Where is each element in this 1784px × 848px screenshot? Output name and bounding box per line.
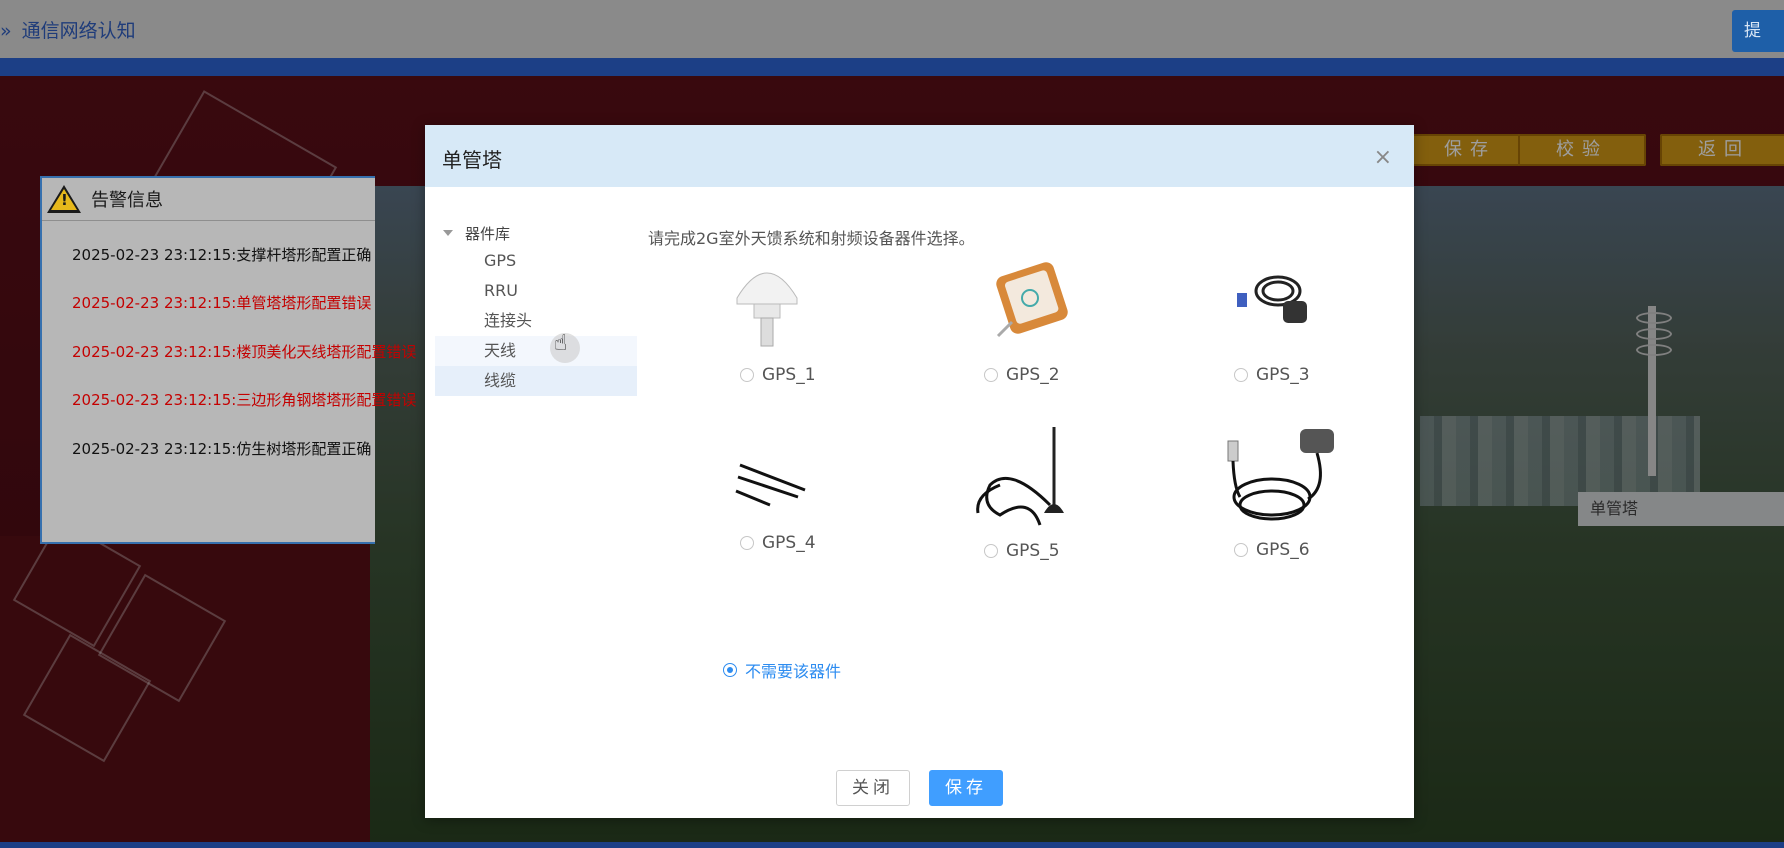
- save-button[interactable]: 保存: [929, 770, 1004, 806]
- alarm-row: 2025-02-23 23:12:15:楼顶美化天线塔形配置错误: [72, 343, 417, 361]
- option-gps-6-label[interactable]: GPS_6: [1234, 539, 1310, 560]
- option-gps-2-label[interactable]: GPS_2: [984, 364, 1060, 385]
- radio-gps-5[interactable]: [984, 543, 998, 558]
- app-title-text: 通信网络认知: [21, 20, 136, 42]
- radio-gps-4[interactable]: [740, 535, 754, 550]
- alarm-title: 告警信息: [91, 190, 163, 211]
- option-gps-6-text: GPS_6: [1256, 539, 1310, 560]
- pointer-cursor-icon: ☝: [550, 331, 580, 363]
- dialog-title: 单管塔: [442, 148, 502, 172]
- warning-icon: !: [47, 185, 81, 213]
- dialog-header: 单管塔 ×: [425, 125, 1414, 187]
- chevron-icon: »: [0, 20, 12, 42]
- radio-gps-1[interactable]: [740, 367, 754, 382]
- instruction-text: 请完成2G室外天馈系统和射频设备器件选择。: [648, 229, 975, 248]
- tree-item-antenna[interactable]: 天线: [435, 336, 637, 366]
- alarm-row: 2025-02-23 23:12:15:单管塔塔形配置错误: [72, 294, 372, 312]
- radio-gps-2[interactable]: [984, 367, 998, 382]
- tree-root-label: 器件库: [465, 224, 511, 243]
- warning-icon-glyph: !: [61, 191, 68, 209]
- top-bar: » 通信网络认知 提: [0, 0, 1784, 58]
- option-gps-2-text: GPS_2: [1006, 364, 1060, 385]
- alarm-header: ! 告警信息: [42, 178, 375, 221]
- gps-patch-antenna-image: [996, 262, 1068, 338]
- gps-puck-antenna-image: [1237, 275, 1307, 323]
- gps-magnetic-antenna-image: [976, 427, 1064, 526]
- radio-none[interactable]: [723, 663, 737, 677]
- bottom-band: [0, 842, 1784, 848]
- tree-item-cable[interactable]: 线缆: [435, 366, 637, 396]
- header-band: [0, 58, 1784, 76]
- app-title: » 通信网络认知: [0, 16, 136, 43]
- alarm-row: 2025-02-23 23:12:15:支撑杆塔形配置正确: [72, 246, 372, 264]
- close-icon[interactable]: ×: [1374, 147, 1392, 169]
- option-gps-4-text: GPS_4: [762, 532, 816, 553]
- option-none[interactable]: 不需要该器件: [723, 658, 841, 682]
- option-gps-3-text: GPS_3: [1256, 364, 1310, 385]
- submit-button[interactable]: 提: [1732, 10, 1784, 52]
- option-none-text: 不需要该器件: [745, 662, 842, 681]
- gps-whip-antennas-image: [735, 463, 806, 507]
- caret-down-icon[interactable]: [443, 230, 453, 236]
- tree-item-rru[interactable]: RRU: [435, 276, 637, 306]
- component-dialog: 单管塔 × 器件库 GPS RRU 连接头 天线 线缆 请完成2G室外天馈系统和…: [425, 125, 1414, 818]
- radio-gps-3[interactable]: [1234, 367, 1248, 382]
- tree-item-gps[interactable]: GPS: [435, 246, 637, 276]
- dialog-footer: 关闭 保存: [425, 770, 1414, 806]
- gps-dome-antenna-image: [736, 272, 798, 347]
- close-button[interactable]: 关闭: [835, 770, 910, 806]
- alarm-row: 2025-02-23 23:12:15:仿生树塔形配置正确: [72, 440, 372, 458]
- tree-root[interactable]: 器件库: [435, 220, 637, 246]
- alarm-row: 2025-02-23 23:12:15:三边形角钢塔塔形配置错误: [72, 391, 417, 409]
- option-gps-1-label[interactable]: GPS_1: [740, 364, 816, 385]
- option-gps-5-label[interactable]: GPS_5: [984, 540, 1060, 561]
- alarm-panel: ! 告警信息 2025-02-23 23:12:15:支撑杆塔形配置正确 202…: [40, 176, 416, 544]
- component-tree: 器件库 GPS RRU 连接头 天线 线缆: [435, 220, 637, 396]
- gps-usb-antenna-image: [1227, 429, 1334, 521]
- option-gps-3-label[interactable]: GPS_3: [1234, 364, 1310, 385]
- option-gps-1-text: GPS_1: [762, 364, 816, 385]
- tree-item-connector[interactable]: 连接头: [435, 306, 637, 336]
- option-gps-4-label[interactable]: GPS_4: [740, 532, 816, 553]
- option-gps-5-text: GPS_5: [1006, 540, 1060, 561]
- radio-gps-6[interactable]: [1234, 542, 1248, 557]
